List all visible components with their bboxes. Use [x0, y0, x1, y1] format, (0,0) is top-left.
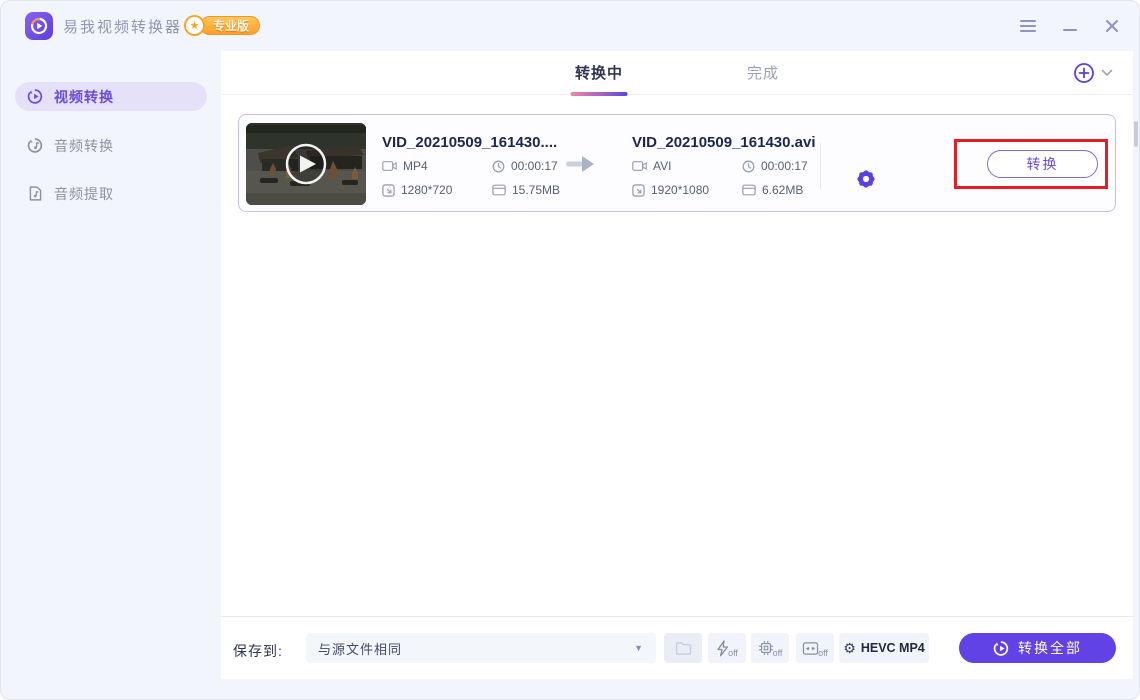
source-size: 15.75MB: [492, 183, 560, 197]
star-icon: ★: [184, 15, 205, 36]
convert-all-label: 转换全部: [1018, 638, 1082, 658]
scrollbar-thumb[interactable]: [1134, 121, 1138, 147]
target-size-value: 6.62MB: [762, 183, 803, 197]
content-panel: 转换中 完成: [221, 51, 1133, 679]
target-format-value: AVI: [653, 159, 671, 173]
video-thumbnail[interactable]: [246, 123, 366, 205]
toggle-off-label: off: [818, 648, 828, 658]
tab-converting-label: 转换中: [575, 65, 623, 82]
merge-icon: [802, 641, 819, 656]
sidebar-item-label: 音频转换: [54, 136, 114, 156]
add-files-control: [1073, 62, 1113, 84]
file-size-icon: [742, 184, 756, 196]
video-convert-icon: [27, 88, 44, 105]
clock-icon: [742, 160, 755, 173]
convert-direction-arrow-icon: [564, 155, 596, 178]
add-file-plus-icon[interactable]: [1073, 62, 1095, 84]
file-size-icon: [492, 184, 506, 196]
audio-extract-icon: [27, 185, 44, 202]
minimize-icon[interactable]: [1059, 15, 1081, 37]
pro-badge: ★ 专业版: [184, 15, 260, 36]
video-format-icon: [632, 160, 647, 172]
open-folder-button[interactable]: [664, 633, 702, 663]
target-duration: 00:00:17: [742, 159, 808, 173]
tab-converting[interactable]: 转换中: [573, 58, 625, 87]
sidebar-item-audio-extract[interactable]: 音频提取: [15, 179, 207, 208]
folder-icon: [675, 641, 692, 655]
sidebar-item-label: 音频提取: [54, 184, 114, 204]
video-preview-image: [246, 123, 366, 205]
source-size-value: 15.75MB: [512, 183, 560, 197]
task-settings-gear-icon[interactable]: [854, 167, 878, 191]
convert-all-button[interactable]: 转换全部: [959, 633, 1116, 663]
close-icon[interactable]: [1101, 15, 1123, 37]
source-format-value: MP4: [403, 159, 428, 173]
target-duration-value: 00:00:17: [761, 159, 808, 173]
target-file-name: VID_20210509_161430.avi: [632, 134, 816, 151]
convert-all-play-icon: [993, 640, 1010, 657]
output-preset-label: HEVC MP4: [861, 641, 925, 655]
app-window: 易我视频转换器 ★ 专业版 视: [0, 0, 1140, 700]
app-title: 易我视频转换器: [63, 1, 182, 51]
save-path-dropdown[interactable]: 与源文件相同 ▼: [306, 633, 656, 663]
window-controls: [1017, 1, 1123, 51]
audio-convert-icon: [27, 137, 44, 154]
target-resolution: 1920*1080: [632, 183, 709, 197]
toggle-off-label: off: [728, 648, 738, 658]
title-bar: 易我视频转换器 ★ 专业版: [1, 1, 1140, 51]
chevron-down-icon[interactable]: [1101, 69, 1113, 77]
source-file-name: VID_20210509_161430....: [382, 134, 557, 151]
task-row: VID_20210509_161430.... MP4 00:00:17: [238, 114, 1116, 212]
dropdown-caret-icon: ▼: [634, 643, 644, 653]
source-format: MP4: [382, 159, 428, 173]
active-tab-underline: [570, 92, 627, 96]
target-size: 6.62MB: [742, 183, 803, 197]
sidebar: 视频转换 音频转换 音频提取: [1, 51, 221, 700]
settings-gear-icon: ⚙: [843, 641, 856, 655]
sidebar-item-label: 视频转换: [54, 87, 114, 107]
source-resolution: 1280*720: [382, 183, 452, 197]
tab-done-label: 完成: [747, 65, 779, 82]
pro-badge-label: 专业版: [200, 16, 260, 35]
tab-done[interactable]: 完成: [745, 58, 781, 87]
convert-button-label: 转换: [1027, 154, 1059, 174]
sidebar-item-video-convert[interactable]: 视频转换: [15, 82, 207, 111]
sidebar-item-audio-convert[interactable]: 音频转换: [15, 131, 207, 160]
tabs-bar: 转换中 完成: [221, 51, 1133, 95]
target-format: AVI: [632, 159, 671, 173]
merge-toggle-button[interactable]: off: [796, 633, 834, 663]
row-divider: [820, 143, 821, 189]
output-preset-button[interactable]: ⚙ HEVC MP4: [839, 633, 929, 663]
source-resolution-value: 1280*720: [401, 183, 452, 197]
resolution-icon: [382, 184, 395, 197]
save-path-value: 与源文件相同: [318, 639, 402, 658]
resolution-icon: [632, 184, 645, 197]
clock-icon: [492, 160, 505, 173]
menu-icon[interactable]: [1017, 15, 1039, 37]
source-duration-value: 00:00:17: [511, 159, 558, 173]
video-format-icon: [382, 160, 397, 172]
footer-bar: 保存到: 与源文件相同 ▼ off: [221, 616, 1133, 679]
convert-button[interactable]: 转换: [987, 150, 1098, 178]
gpu-acceleration-toggle-button[interactable]: off: [751, 633, 789, 663]
chip-icon: [758, 640, 774, 656]
save-to-label: 保存到:: [233, 641, 283, 661]
high-speed-toggle-button[interactable]: off: [708, 633, 746, 663]
source-duration: 00:00:17: [492, 159, 558, 173]
toggle-off-label: off: [773, 648, 783, 658]
app-logo-icon: [25, 12, 53, 40]
target-resolution-value: 1920*1080: [651, 183, 709, 197]
